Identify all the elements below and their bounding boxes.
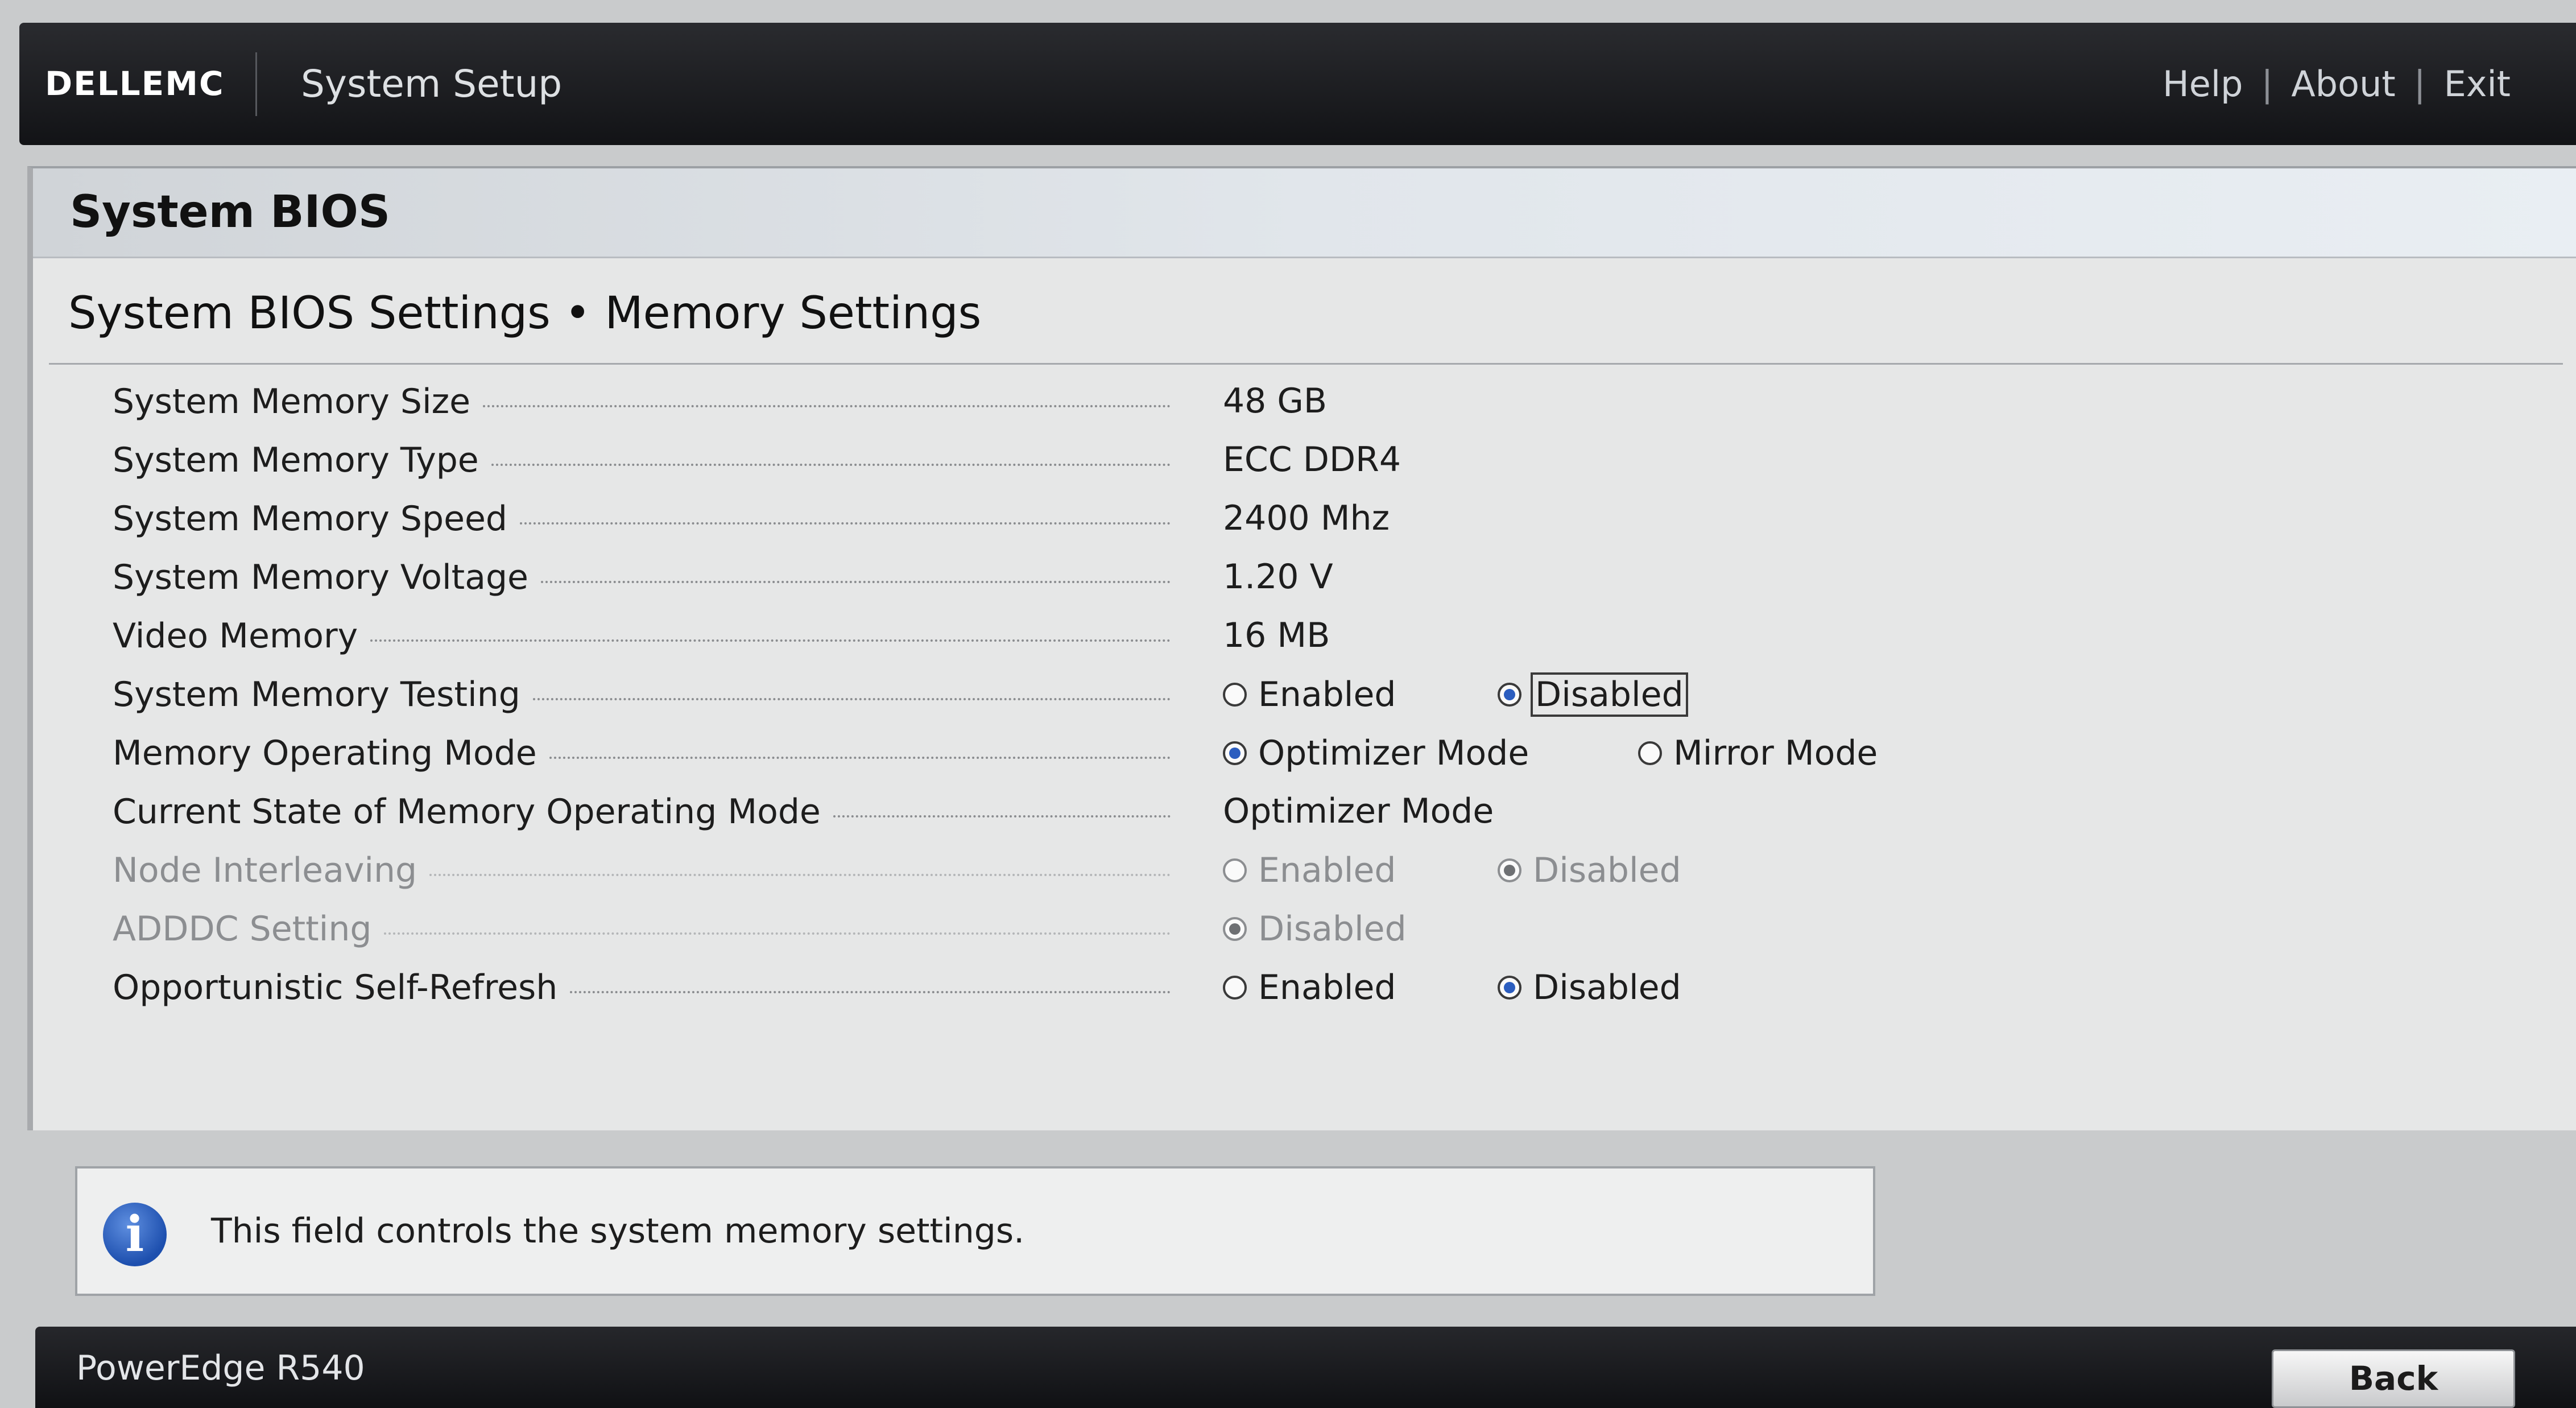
page-title: System BIOS Settings • Memory Settings xyxy=(68,288,982,339)
exit-link[interactable]: Exit xyxy=(2444,63,2511,105)
help-text: This field controls the system memory se… xyxy=(211,1211,1025,1251)
setting-value: 1.20 V xyxy=(1223,557,1333,597)
setting-label: Node Interleaving xyxy=(113,850,417,890)
radio-option-disabled: Disabled xyxy=(1223,899,1407,959)
setting-label-wrap: Memory Operating Mode xyxy=(113,723,1171,783)
setting-label: System Memory Type xyxy=(113,440,479,480)
dotted-leader xyxy=(491,463,1171,466)
app-title: System Setup xyxy=(301,62,563,106)
dotted-leader xyxy=(384,932,1171,935)
radio-option-label: Enabled xyxy=(1258,850,1396,890)
top-links: Help | About | Exit xyxy=(2162,23,2511,145)
setting-label: ADDDC Setting xyxy=(113,909,372,949)
dotted-leader xyxy=(833,815,1171,817)
dotted-leader xyxy=(549,756,1171,759)
radio-button[interactable] xyxy=(1223,741,1247,765)
setting-row[interactable]: System Memory Testing Enabled Disabled xyxy=(33,664,2576,724)
setting-value: Optimizer Mode xyxy=(1223,791,1494,831)
setting-row: Video Memory 16 MB xyxy=(33,606,2576,666)
setting-label: Opportunistic Self-Refresh xyxy=(113,967,558,1008)
radio-option-disabled[interactable]: Disabled xyxy=(1498,664,1688,724)
about-link[interactable]: About xyxy=(2291,63,2395,105)
radio-option-label: Mirror Mode xyxy=(1673,733,1878,773)
setting-label-wrap: ADDDC Setting xyxy=(113,899,1171,959)
setting-value: 16 MB xyxy=(1223,616,1330,655)
radio-option-label: Disabled xyxy=(1258,909,1407,949)
radio-button xyxy=(1223,916,1247,941)
footer-bar: PowerEdge R540 Back xyxy=(35,1327,2576,1408)
radio-button[interactable] xyxy=(1498,975,1521,1000)
radio-option-enabled[interactable]: Enabled xyxy=(1223,957,1396,1017)
setting-row[interactable]: ADDDC Setting Disabled xyxy=(33,899,2576,959)
setting-label-wrap: Current State of Memory Operating Mode xyxy=(113,782,1171,841)
main-panel: System BIOS System BIOS Settings • Memor… xyxy=(27,166,2576,1130)
setting-row[interactable]: Memory Operating Mode Optimizer Mode Mirro… xyxy=(33,723,2576,783)
setting-label-wrap: System Memory Voltage xyxy=(113,547,1171,607)
setting-label: System Memory Speed xyxy=(113,498,507,539)
radio-option-disabled[interactable]: Disabled xyxy=(1498,957,1681,1017)
dotted-leader xyxy=(429,873,1171,876)
setting-row: System Memory Voltage 1.20 V xyxy=(33,547,2576,607)
dotted-leader xyxy=(532,697,1171,700)
radio-button xyxy=(1223,858,1247,882)
setting-label-wrap: System Memory Testing xyxy=(113,664,1171,724)
setting-row: Current State of Memory Operating Mode Op… xyxy=(33,782,2576,841)
title-divider xyxy=(49,363,2563,365)
dotted-leader xyxy=(483,404,1171,407)
dotted-leader xyxy=(540,580,1171,583)
setting-row[interactable]: Node Interleaving Enabled Disabled xyxy=(33,840,2576,900)
setting-row: System Memory Speed 2400 Mhz xyxy=(33,489,2576,548)
radio-option-disabled: Disabled xyxy=(1498,840,1681,900)
link-separator: | xyxy=(2413,63,2426,105)
radio-option-label: Enabled xyxy=(1258,967,1396,1008)
setting-row[interactable]: Opportunistic Self-Refresh Enabled Disable… xyxy=(33,957,2576,1017)
help-box: i This field controls the system memory … xyxy=(75,1166,1875,1296)
setting-label-wrap: System Memory Speed xyxy=(113,489,1171,548)
model-name: PowerEdge R540 xyxy=(76,1348,365,1388)
radio-option-enabled: Enabled xyxy=(1223,840,1396,900)
top-bar: DELLEMC System Setup Help | About | Exit xyxy=(19,23,2576,145)
radio-option-label: Disabled xyxy=(1533,850,1681,890)
help-link[interactable]: Help xyxy=(2162,63,2243,105)
radio-button[interactable] xyxy=(1638,741,1662,765)
setting-label: System Memory Voltage xyxy=(113,557,528,597)
section-header: System BIOS xyxy=(33,168,2576,258)
setting-label: Memory Operating Mode xyxy=(113,733,537,773)
setting-label-wrap: System Memory Size xyxy=(113,371,1171,431)
setting-value: ECC DDR4 xyxy=(1223,440,1401,480)
radio-button[interactable] xyxy=(1223,975,1247,1000)
setting-label: Current State of Memory Operating Mode xyxy=(113,791,821,832)
setting-label-wrap: Video Memory xyxy=(113,606,1171,666)
radio-option-optimizer-mode[interactable]: Optimizer Mode xyxy=(1223,723,1529,783)
dotted-leader xyxy=(519,522,1171,525)
radio-option-label: Optimizer Mode xyxy=(1258,733,1529,773)
radio-button[interactable] xyxy=(1498,682,1521,707)
radio-option-label: Disabled xyxy=(1533,967,1681,1008)
info-icon: i xyxy=(103,1203,167,1266)
setting-value: 2400 Mhz xyxy=(1223,498,1390,538)
radio-option-label: Disabled xyxy=(1531,672,1688,717)
setting-label-wrap: Opportunistic Self-Refresh xyxy=(113,957,1171,1017)
setting-label: Video Memory xyxy=(113,616,358,656)
dotted-leader xyxy=(370,639,1171,642)
dotted-leader xyxy=(570,990,1171,993)
radio-option-label: Enabled xyxy=(1258,674,1396,715)
section-title: System BIOS xyxy=(70,187,391,238)
setting-value: 48 GB xyxy=(1223,381,1328,421)
setting-label: System Memory Testing xyxy=(113,674,520,715)
back-button[interactable]: Back xyxy=(2272,1349,2515,1408)
setting-row: System Memory Size 48 GB xyxy=(33,371,2576,431)
brand-logo: DELLEMC xyxy=(45,64,225,103)
radio-option-mirror-mode[interactable]: Mirror Mode xyxy=(1638,723,1878,783)
setting-label: System Memory Size xyxy=(113,381,471,422)
brand-divider xyxy=(255,52,257,116)
setting-label-wrap: Node Interleaving xyxy=(113,840,1171,900)
radio-button[interactable] xyxy=(1223,682,1247,707)
radio-button xyxy=(1498,858,1521,882)
setting-row: System Memory Type ECC DDR4 xyxy=(33,430,2576,490)
radio-option-enabled[interactable]: Enabled xyxy=(1223,664,1396,724)
setting-label-wrap: System Memory Type xyxy=(113,430,1171,490)
link-separator: | xyxy=(2261,63,2273,105)
